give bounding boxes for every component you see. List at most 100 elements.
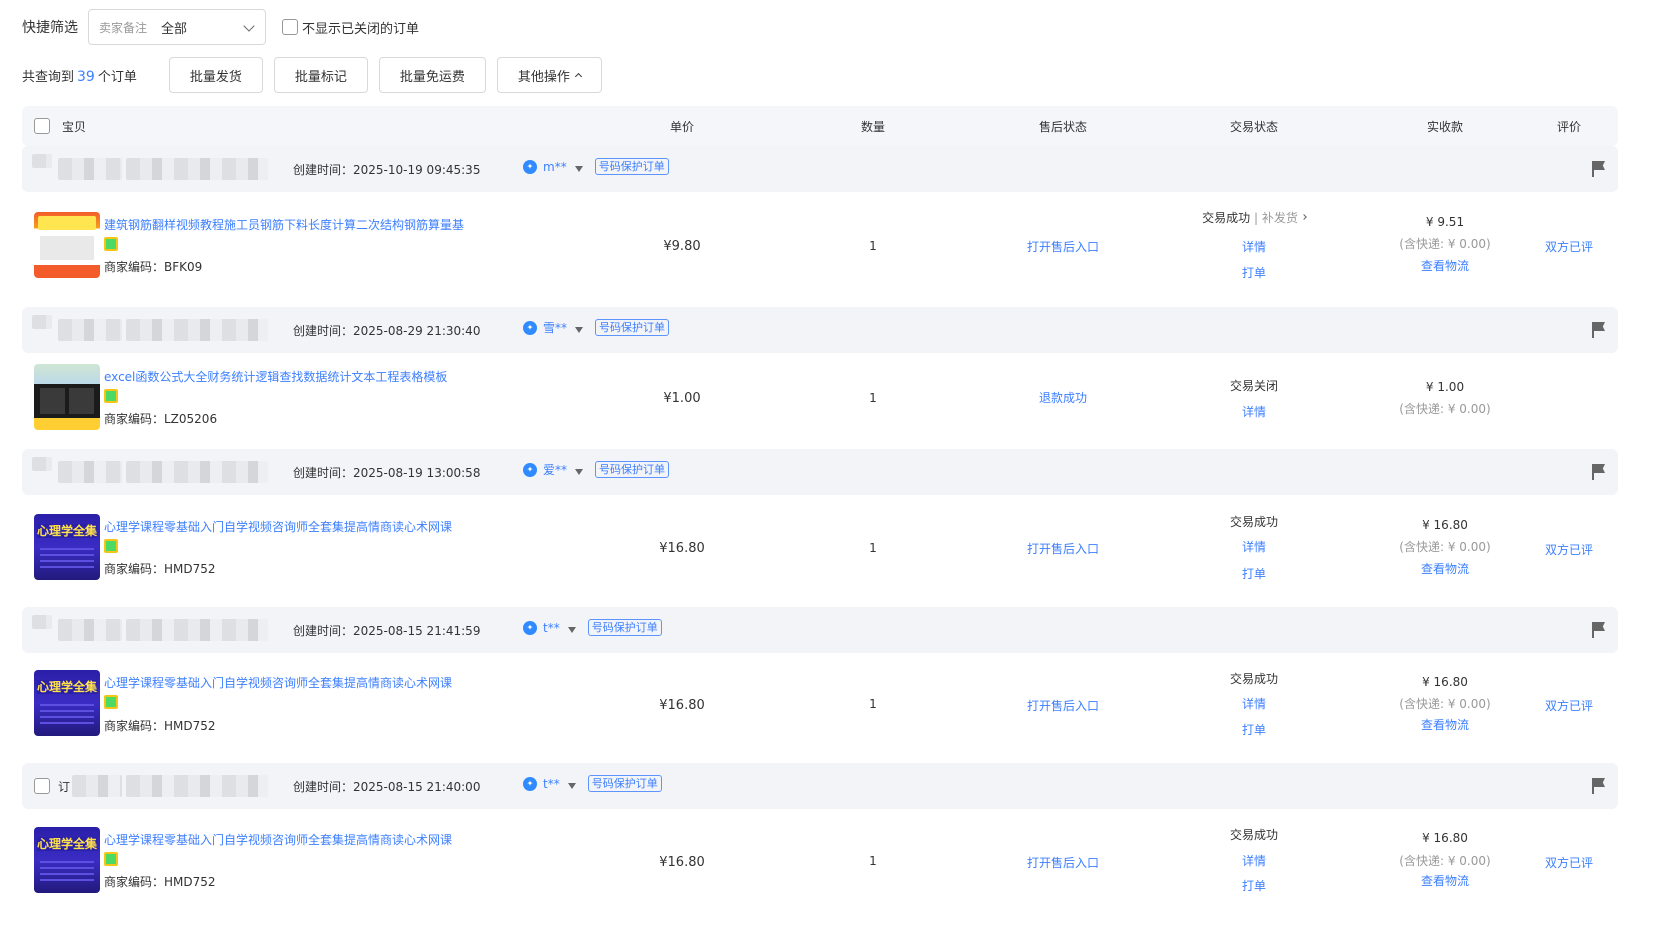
order-count-number: 39 [77, 68, 95, 85]
view-logistics-link[interactable]: 查看物流 [1375, 560, 1515, 577]
view-logistics-link[interactable]: 查看物流 [1375, 872, 1515, 889]
order-detail-link[interactable]: 详情 [1184, 238, 1324, 255]
refund-success-link[interactable]: 退款成功 [993, 389, 1133, 406]
order-detail-link[interactable]: 详情 [1184, 403, 1324, 420]
batch-mark-button[interactable]: 批量标记 [273, 57, 368, 93]
order-header: 创建时间：2025-08-15 21:41:59 ✦ t** 号码保护订单 [22, 607, 1618, 653]
flag-icon[interactable] [1592, 778, 1606, 794]
buyer-nickname[interactable]: t** [543, 777, 560, 791]
product-badge-icon [104, 852, 118, 866]
filter-funnel-icon[interactable] [575, 326, 584, 333]
print-order-link[interactable]: 打单 [1184, 264, 1324, 281]
order-body: 心理学全集 心理学课程零基础入门自学视频咨询师全套集提高情商读心术网课 商家编码… [22, 809, 1619, 893]
order-header: 创建时间：2025-08-19 13:00:58 ✦ 爱** 号码保护订单 [22, 449, 1618, 495]
order-header: 订 创建时间：2025-08-15 21:40:00 ✦ t** 号码保护订单 [22, 763, 1618, 809]
masked-order-number [32, 615, 52, 629]
trade-status: 交易成功 | 补发货 [1184, 209, 1324, 226]
select-all-checkbox[interactable] [34, 118, 50, 134]
flag-icon[interactable] [1592, 322, 1606, 338]
order-select-checkbox[interactable] [34, 778, 50, 794]
masked-order-number [58, 319, 122, 341]
open-after-sale-link[interactable]: 打开售后入口 [993, 854, 1133, 871]
filter-funnel-icon[interactable] [575, 468, 584, 475]
product-thumbnail[interactable] [34, 364, 100, 430]
order-detail-link[interactable]: 详情 [1184, 852, 1324, 869]
product-title-link[interactable]: 建筑钢筋翻样视频教程施工员钢筋下料长度计算二次结构钢筋算量基 [104, 216, 464, 233]
view-logistics-link[interactable]: 查看物流 [1375, 257, 1515, 274]
flag-icon[interactable] [1592, 622, 1606, 638]
evaluation-status-link[interactable]: 双方已评 [1519, 854, 1619, 871]
batch-ship-button[interactable]: 批量发货 [168, 57, 263, 93]
print-order-link[interactable]: 打单 [1184, 721, 1324, 738]
masked-order-number [58, 461, 122, 483]
order-count: 共查询到 39 个订单 [22, 68, 137, 85]
column-item: 宝贝 [62, 119, 87, 134]
product-thumbnail[interactable]: 心理学全集 [34, 514, 100, 580]
other-operations-button[interactable]: 其他操作 [496, 57, 602, 93]
product-title-link[interactable]: 心理学课程零基础入门自学视频咨询师全套集提高情商读心术网课 [104, 518, 452, 535]
evaluation-status-link[interactable]: 双方已评 [1519, 697, 1619, 714]
flag-icon[interactable] [1592, 161, 1606, 177]
unit-price: ¥16.80 [659, 541, 705, 556]
received-amount: ¥ 16.80 [1422, 518, 1468, 532]
open-after-sale-link[interactable]: 打开售后入口 [993, 238, 1133, 255]
buyer-info[interactable]: ✦ t** 号码保护订单 [523, 775, 662, 792]
buyer-nickname[interactable]: 雪** [543, 319, 567, 336]
hide-closed-checkbox[interactable] [282, 19, 298, 35]
seller-remark-select[interactable]: 卖家备注 全部 [88, 9, 266, 45]
trade-status: 交易成功 [1229, 515, 1278, 529]
masked-order-number [126, 158, 268, 180]
open-after-sale-link[interactable]: 打开售后入口 [993, 540, 1133, 557]
buyer-info[interactable]: ✦ 爱** 号码保护订单 [523, 461, 670, 478]
product-thumbnail[interactable]: 心理学全集 [34, 827, 100, 893]
buyer-info[interactable]: ✦ t** 号码保护订单 [523, 619, 662, 636]
flag-icon[interactable] [1592, 464, 1606, 480]
product-badge-icon [104, 237, 118, 251]
order-number-prefix: 订 [58, 780, 71, 794]
batch-free-shipping-button[interactable]: 批量免运费 [378, 57, 486, 93]
order-detail-link[interactable]: 详情 [1184, 695, 1324, 712]
open-after-sale-link[interactable]: 打开售后入口 [993, 697, 1133, 714]
quantity: 1 [869, 697, 877, 711]
wangwang-chat-icon[interactable]: ✦ [523, 462, 537, 477]
filter-funnel-icon[interactable] [567, 782, 576, 789]
evaluation-status-link[interactable]: 双方已评 [1519, 541, 1619, 558]
print-order-link[interactable]: 打单 [1184, 877, 1324, 894]
masked-order-number [32, 154, 52, 168]
wangwang-chat-icon[interactable]: ✦ [523, 320, 537, 335]
buyer-info[interactable]: ✦ m** 号码保护订单 [523, 158, 669, 175]
wangwang-chat-icon[interactable]: ✦ [523, 159, 537, 174]
product-title-link[interactable]: 心理学课程零基础入门自学视频咨询师全套集提高情商读心术网课 [104, 674, 452, 691]
order-created-time: 创建时间：2025-08-15 21:40:00 [293, 780, 481, 794]
order-detail-link[interactable]: 详情 [1184, 538, 1324, 555]
quantity: 1 [869, 239, 877, 253]
number-protected-tag: 号码保护订单 [587, 775, 662, 792]
print-order-link[interactable]: 打单 [1184, 565, 1324, 582]
masked-order-number [72, 775, 122, 797]
filter-funnel-icon[interactable] [574, 165, 583, 172]
hide-closed-orders-toggle[interactable]: 不显示已关闭的订单 [282, 18, 419, 37]
product-title-link[interactable]: 心理学课程零基础入门自学视频咨询师全套集提高情商读心术网课 [104, 831, 452, 848]
unit-price: ¥16.80 [659, 698, 705, 713]
buyer-nickname[interactable]: 爱** [543, 461, 567, 478]
wangwang-chat-icon[interactable]: ✦ [523, 620, 537, 635]
received-amount: ¥ 9.51 [1425, 215, 1465, 229]
buyer-info[interactable]: ✦ 雪** 号码保护订单 [523, 319, 670, 336]
product-thumbnail[interactable]: 心理学全集 [34, 670, 100, 736]
quantity: 1 [869, 391, 877, 405]
masked-order-number [126, 619, 268, 641]
hide-closed-label: 不显示已关闭的订单 [302, 21, 420, 37]
evaluation-status-link[interactable]: 双方已评 [1519, 238, 1619, 255]
product-title-link[interactable]: excel函数公式大全财务统计逻辑查找数据统计文本工程表格模板 [104, 368, 447, 385]
filter-funnel-icon[interactable] [567, 626, 576, 633]
buyer-nickname[interactable]: t** [543, 621, 560, 635]
reship-link[interactable]: 补发货 [1262, 211, 1298, 225]
wangwang-chat-icon[interactable]: ✦ [523, 776, 537, 791]
shipping-fee: (含快递: ¥ 0.00) [1399, 402, 1491, 416]
number-protected-tag: 号码保护订单 [595, 319, 670, 336]
view-logistics-link[interactable]: 查看物流 [1375, 716, 1515, 733]
order-body: 心理学全集 心理学课程零基础入门自学视频咨询师全套集提高情商读心术网课 商家编码… [22, 653, 1618, 763]
product-thumbnail[interactable] [34, 212, 100, 278]
buyer-nickname[interactable]: m** [543, 160, 567, 174]
unit-price: ¥1.00 [663, 391, 701, 406]
